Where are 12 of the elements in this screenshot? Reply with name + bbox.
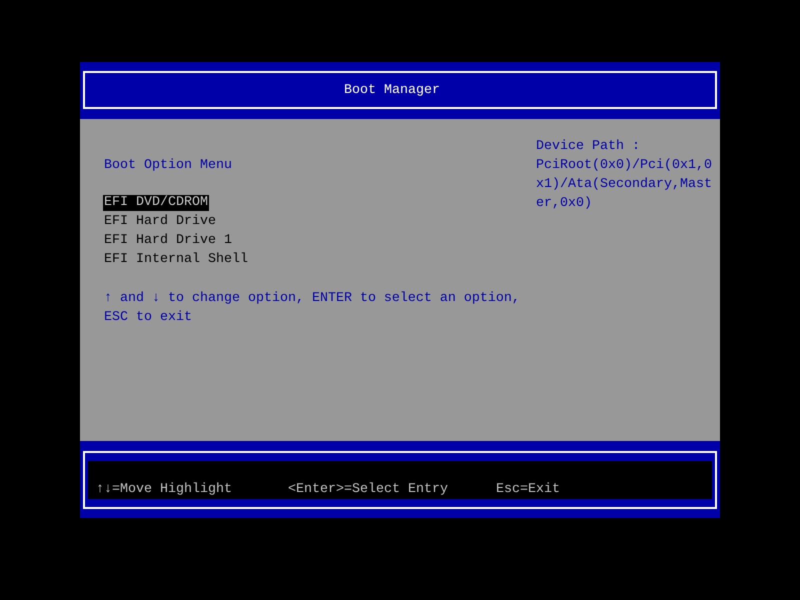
key-hint: <Enter>=Select Entry [288, 481, 448, 499]
key-hint: Esc=Exit [496, 481, 560, 499]
key-hint: ↑↓=Move Highlight [96, 481, 232, 499]
boot-option[interactable]: EFI Hard Drive 1 [103, 233, 233, 249]
boot-option[interactable]: EFI DVD/CDROM [103, 195, 209, 211]
device-path-label: Device Path : [536, 138, 640, 156]
device-path-value: PciRoot(0x0)/Pci(0x1,0x1)/Ata(Secondary,Master,0x0) [536, 157, 713, 213]
boot-option[interactable]: EFI Internal Shell [103, 252, 249, 268]
window-title: Boot Manager [344, 82, 440, 100]
help-text: ↑ and ↓ to change option, ENTER to select an option, ESC to exit [104, 290, 521, 327]
boot-option[interactable]: EFI Hard Drive [103, 214, 217, 230]
menu-title: Boot Option Menu [104, 157, 232, 175]
